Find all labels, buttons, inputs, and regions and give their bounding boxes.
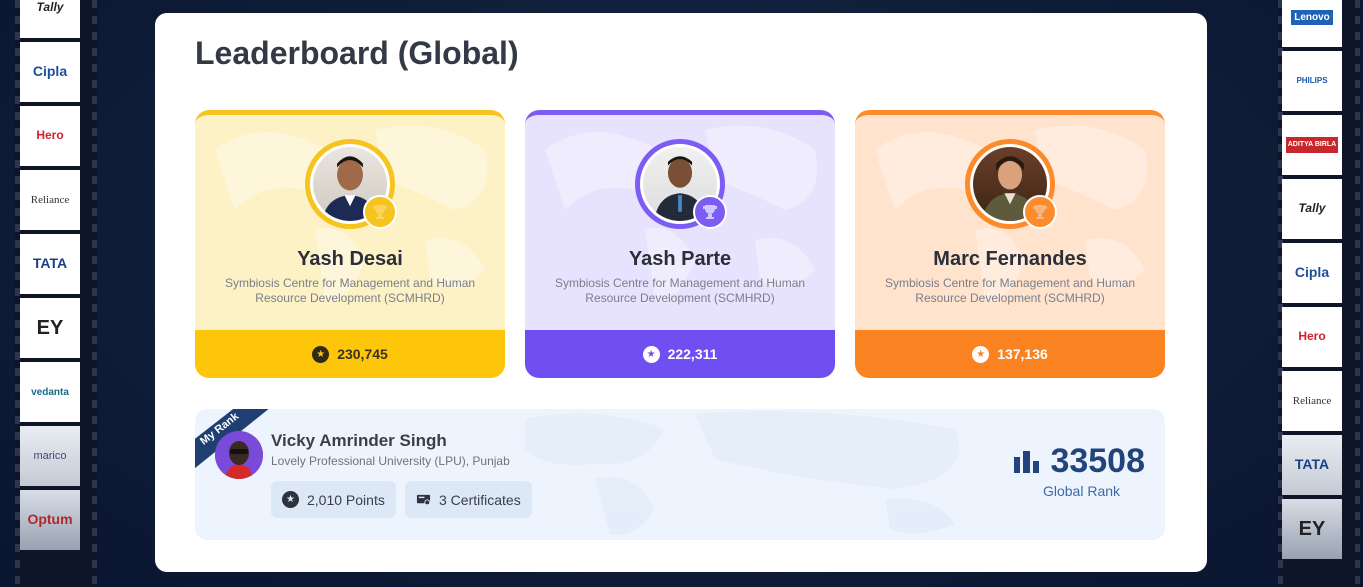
logo-tile: ADITYA BIRLA xyxy=(1282,115,1342,175)
podium-card-first[interactable]: Yash Desai Symbiosis Centre for Manageme… xyxy=(195,110,505,378)
points-chip: ★ 2,010 Points xyxy=(271,481,396,518)
star-icon: ★ xyxy=(642,345,660,363)
global-rank-label: Global Rank xyxy=(1042,483,1121,499)
logo-tile: Hero xyxy=(1282,307,1342,367)
podium-name: Marc Fernandes xyxy=(933,248,1087,270)
podium-name: Yash Desai xyxy=(297,248,403,270)
certificate-icon xyxy=(416,494,431,506)
podium-points: ★ 222,311 xyxy=(525,330,835,378)
certificates-chip: 3 Certificates xyxy=(405,481,532,518)
logo-tile: Hero xyxy=(20,106,80,166)
logo-tile: Optum xyxy=(20,490,80,550)
logo-tile: Lenovo xyxy=(1282,0,1342,47)
podium-institute: Symbiosis Centre for Management and Huma… xyxy=(224,276,476,305)
page-title: Leaderboard (Global) xyxy=(195,35,519,71)
logo-tile: TATA xyxy=(20,234,80,294)
logo-tile: Tally xyxy=(20,0,80,38)
leaderboard-card: Leaderboard (Global) Yash Desai Symbiosi… xyxy=(155,13,1207,572)
right-logo-strip: Lenovo PHILIPS ADITYA BIRLA Tally Cipla … xyxy=(1278,0,1360,587)
logo-tile: Cipla xyxy=(1282,243,1342,303)
bar-chart-icon xyxy=(1014,450,1040,473)
points-value: 230,745 xyxy=(337,346,388,362)
points-value: 222,311 xyxy=(667,346,718,362)
trophy-icon xyxy=(363,195,397,229)
podium-points: ★ 137,136 xyxy=(855,330,1165,378)
avatar xyxy=(215,431,263,479)
left-logo-strip: Tally Cipla Hero Reliance TATA EY vedant… xyxy=(15,0,97,587)
podium-institute: Symbiosis Centre for Management and Huma… xyxy=(554,276,806,305)
logo-tile: vedanta xyxy=(20,362,80,422)
points-value: 137,136 xyxy=(997,346,1048,362)
logo-tile: marico xyxy=(20,426,80,486)
trophy-icon xyxy=(693,195,727,229)
logo-tile: Reliance xyxy=(1282,371,1342,431)
film-perforation xyxy=(92,0,97,587)
logo-tile: EY xyxy=(20,298,80,358)
logo-tile: Reliance xyxy=(20,170,80,230)
star-icon: ★ xyxy=(312,345,330,363)
star-icon: ★ xyxy=(282,491,299,508)
my-rank-card[interactable]: My Rank Vicky Amrinder Singh Lovely Prof… xyxy=(195,409,1165,540)
podium-name: Yash Parte xyxy=(628,248,732,270)
global-rank: 33508 Global Rank xyxy=(1000,442,1145,499)
logo-tile: Cipla xyxy=(20,42,80,102)
logo-tile: Tally xyxy=(1282,179,1342,239)
my-rank-name: Vicky Amrinder Singh xyxy=(271,431,447,450)
global-rank-value: 33508 xyxy=(1050,442,1145,480)
star-icon: ★ xyxy=(972,345,990,363)
podium-card-third[interactable]: Marc Fernandes Symbiosis Centre for Mana… xyxy=(855,110,1165,378)
logo-tile: EY xyxy=(1282,499,1342,559)
podium-points: ★ 230,745 xyxy=(195,330,505,378)
points-chip-label: 2,010 Points xyxy=(307,491,385,508)
podium-card-second[interactable]: Yash Parte Symbiosis Centre for Manageme… xyxy=(525,110,835,378)
logo-tile: PHILIPS xyxy=(1282,51,1342,111)
certificates-chip-label: 3 Certificates xyxy=(439,491,521,508)
podium-institute: Symbiosis Centre for Management and Huma… xyxy=(884,276,1136,305)
trophy-icon xyxy=(1023,195,1057,229)
my-rank-institute: Lovely Professional University (LPU), Pu… xyxy=(271,454,510,468)
film-perforation xyxy=(1355,0,1360,587)
logo-tile: TATA xyxy=(1282,435,1342,495)
